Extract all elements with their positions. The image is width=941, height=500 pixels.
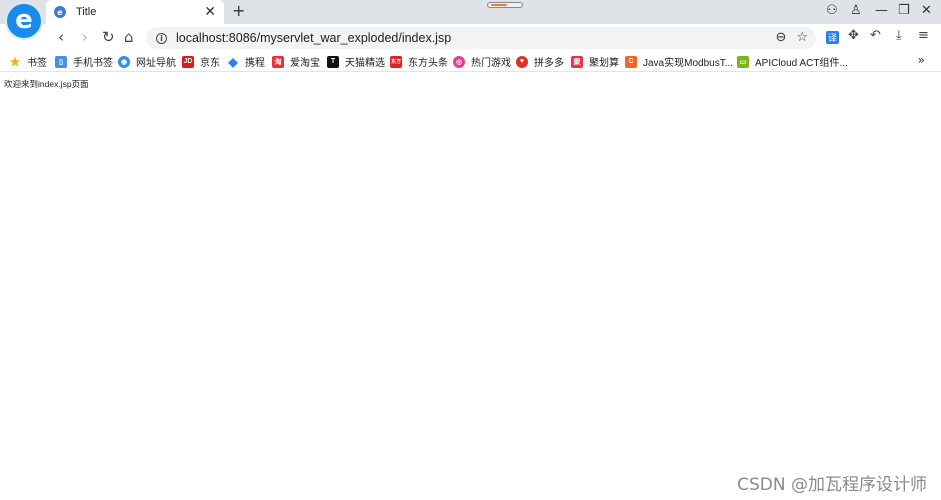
bookmark-item[interactable]: ▭ APICloud ACT组件... — [737, 54, 848, 69]
undo-icon[interactable]: ↶ — [870, 29, 881, 43]
minimize-button[interactable]: — — [875, 4, 888, 18]
bookmarks-bar: ★ 书签 ▯ 手机书签 ◉ 网址导航 JD 京东 ◆ 携程 淘 爱淘宝 T 天猫… — [0, 50, 941, 72]
tab-title[interactable]: e Title ✕ — [46, 0, 224, 24]
bookmark-label: 爱淘宝 — [290, 58, 320, 69]
title-bar: e e Title ✕ + ⚇ ♙ — ❐ ✕ — [0, 0, 941, 40]
zoom-icon[interactable]: ⊖ — [775, 30, 786, 45]
skin-icon[interactable]: ♙ — [850, 4, 862, 18]
jd-icon: JD — [182, 55, 194, 68]
drag-handle[interactable] — [487, 2, 523, 8]
taobao-icon: 淘 — [272, 55, 284, 68]
toolbar: ‹ › ↻ ⌂ i localhost:8086/myservlet_war_e… — [0, 24, 941, 50]
extensions-icon[interactable]: ✥ — [848, 29, 859, 43]
close-window-button[interactable]: ✕ — [921, 4, 932, 18]
bookmark-star-icon[interactable]: ☆ — [796, 30, 808, 45]
tab-title-label: Title — [76, 6, 97, 18]
bookmark-item[interactable]: ◎ 热门游戏 — [453, 54, 511, 69]
game-icon: ◎ — [453, 55, 465, 68]
watermark: CSDN @加瓦程序设计师 — [737, 475, 927, 495]
bookmark-label: 京东 — [200, 58, 220, 69]
download-icon[interactable]: ⤓ — [896, 29, 902, 43]
bookmark-item[interactable]: JD 京东 — [182, 54, 220, 69]
bookmark-label: 东方头条 — [408, 58, 448, 69]
toutiao-icon: 东方 — [390, 55, 402, 68]
bookmark-item[interactable]: 东方 东方头条 — [390, 54, 448, 69]
bookmark-item[interactable]: 淘 爱淘宝 — [272, 54, 320, 69]
restore-button[interactable]: ❐ — [898, 4, 910, 18]
bookmark-label: 携程 — [245, 58, 265, 69]
bookmark-label: Java实现ModbusT... — [643, 58, 734, 69]
bookmark-item[interactable]: ▯ 手机书签 — [55, 54, 113, 69]
tab-close-icon[interactable]: ✕ — [204, 4, 216, 20]
bookmark-label: 天猫精选 — [345, 58, 385, 69]
page-text: 欢迎来到index.jsp页面 — [4, 79, 89, 89]
phone-bookmark-icon: ▯ — [55, 55, 67, 68]
tmall-icon: T — [327, 55, 339, 68]
new-tab-button[interactable]: + — [232, 3, 245, 19]
ctrip-icon: ◆ — [228, 54, 238, 69]
bookmark-label: 手机书签 — [73, 58, 113, 69]
bookmark-label: 聚划算 — [589, 58, 619, 69]
bookmark-item[interactable]: 聚 聚划算 — [571, 54, 619, 69]
address-bar[interactable]: i localhost:8086/myservlet_war_exploded/… — [146, 27, 816, 49]
bookmark-label: 网址导航 — [136, 58, 176, 69]
bookmarks-more-icon[interactable]: » — [918, 53, 925, 67]
bookmark-label: 拼多多 — [534, 58, 564, 69]
csdn-icon: C — [625, 55, 637, 68]
home-button[interactable]: ⌂ — [124, 29, 134, 45]
forward-button[interactable]: › — [82, 29, 88, 45]
menu-icon[interactable]: ≡ — [918, 29, 929, 43]
tab-favicon-icon: e — [54, 6, 66, 18]
bookmark-item[interactable]: C Java实现ModbusT... — [625, 54, 733, 69]
incognito-icon[interactable]: ⚇ — [826, 4, 838, 18]
bookmark-item[interactable]: ◉ 网址导航 — [118, 54, 176, 69]
bookmark-label: 热门游戏 — [471, 58, 511, 69]
pdd-icon: ♥ — [516, 55, 528, 68]
bookmark-item[interactable]: ★ 书签 — [9, 54, 47, 70]
star-icon: ★ — [9, 54, 21, 69]
juhuasuan-icon: 聚 — [571, 55, 583, 68]
bookmark-item[interactable]: ◆ 携程 — [227, 54, 265, 70]
site-info-icon[interactable]: i — [156, 32, 167, 44]
apicloud-icon: ▭ — [737, 55, 749, 68]
browser-logo-icon[interactable]: e — [5, 2, 43, 40]
bookmark-label: APICloud ACT组件... — [755, 58, 848, 69]
reload-button[interactable]: ↻ — [102, 29, 115, 45]
bookmark-item[interactable]: ♥ 拼多多 — [516, 54, 564, 69]
bookmark-item[interactable]: T 天猫精选 — [327, 54, 385, 69]
address-url[interactable]: localhost:8086/myservlet_war_exploded/in… — [176, 31, 451, 45]
nav-icon: ◉ — [118, 55, 130, 68]
translate-icon[interactable]: 译 — [826, 31, 839, 44]
bookmark-label: 书签 — [27, 58, 47, 69]
back-button[interactable]: ‹ — [58, 29, 64, 45]
